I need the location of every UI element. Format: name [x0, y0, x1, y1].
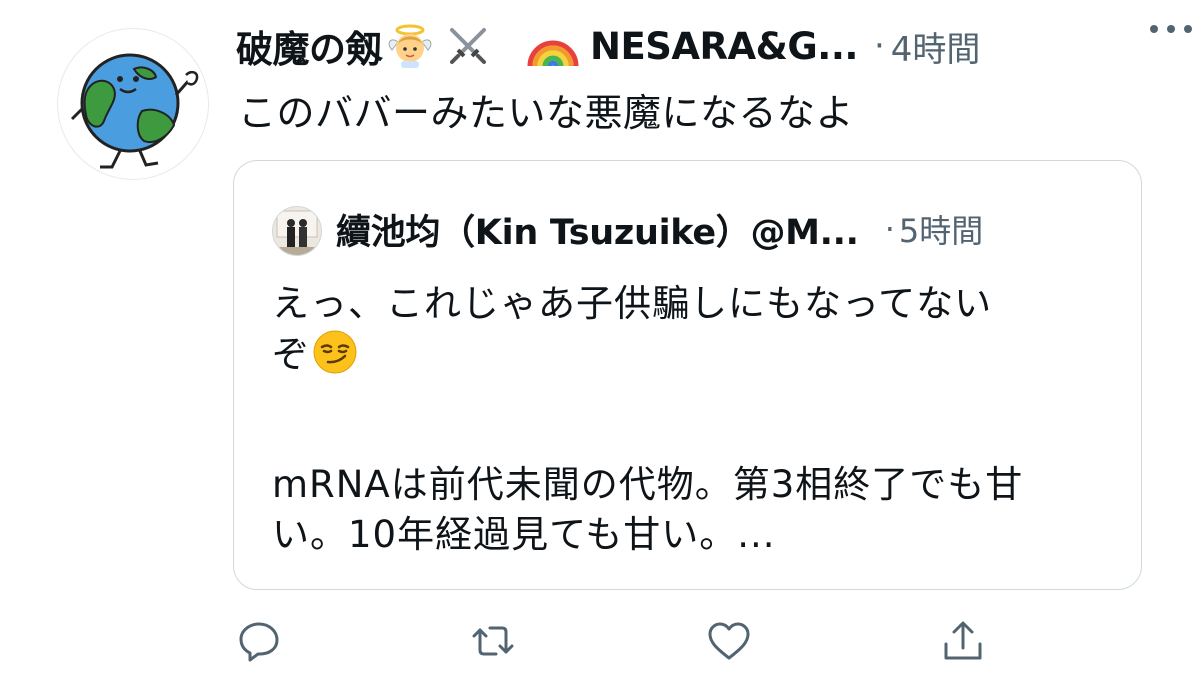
rainbow-emoji-icon: [526, 24, 580, 68]
tweet-action-bar: [0, 600, 1200, 680]
quoted-text-line: mRNAは前代未聞の代物。第3相終了でも甘: [272, 463, 1024, 506]
separator-dot: ·: [873, 26, 885, 66]
quoted-tweet-timestamp: 5時間: [898, 212, 984, 250]
quoted-tweet-header: 續池均（Kin Tsuzuike）@M... · 5時間: [336, 201, 983, 257]
quoted-text-line: い。10年経過見ても甘い。...: [272, 513, 776, 556]
separator-dot: ·: [884, 210, 895, 248]
quoted-tweet-text: えっ、これじゃあ子供騙しにもなってない ぞ mRNAは前代未聞の代物。第3相終了…: [272, 279, 1112, 560]
quoted-display-name[interactable]: 續池均（Kin Tsuzuike）@M...: [336, 204, 859, 255]
baby-angel-emoji-icon: [388, 24, 432, 68]
user-avatar[interactable]: [57, 28, 209, 180]
reply-icon[interactable]: [236, 618, 282, 664]
crossed-swords-emoji-icon: [446, 24, 490, 68]
quoted-text-line: えっ、これじゃあ子供騙しにもなってない: [272, 282, 993, 325]
tweet-timestamp[interactable]: 4時間: [891, 22, 981, 71]
smirking-face-emoji-icon: [312, 329, 358, 375]
more-options-icon[interactable]: [1146, 14, 1196, 44]
display-name[interactable]: 破魔の剱: [236, 19, 383, 73]
quoted-tweet-card[interactable]: 續池均（Kin Tsuzuike）@M... · 5時間 えっ、これじゃあ子供騙…: [233, 160, 1142, 590]
retweet-icon[interactable]: [470, 618, 516, 664]
share-icon[interactable]: [940, 618, 986, 664]
like-icon[interactable]: [706, 618, 752, 664]
earth-character-image: [70, 53, 199, 169]
quoted-text-line: ぞ: [272, 333, 310, 376]
tweet-header: 破魔の剱 NESARA&G... · 4時間: [236, 16, 1176, 76]
tweet-text: このババーみたいな悪魔になるなよ: [238, 91, 855, 135]
user-handle[interactable]: NESARA&G...: [590, 25, 858, 68]
quoted-user-avatar[interactable]: [272, 206, 322, 256]
